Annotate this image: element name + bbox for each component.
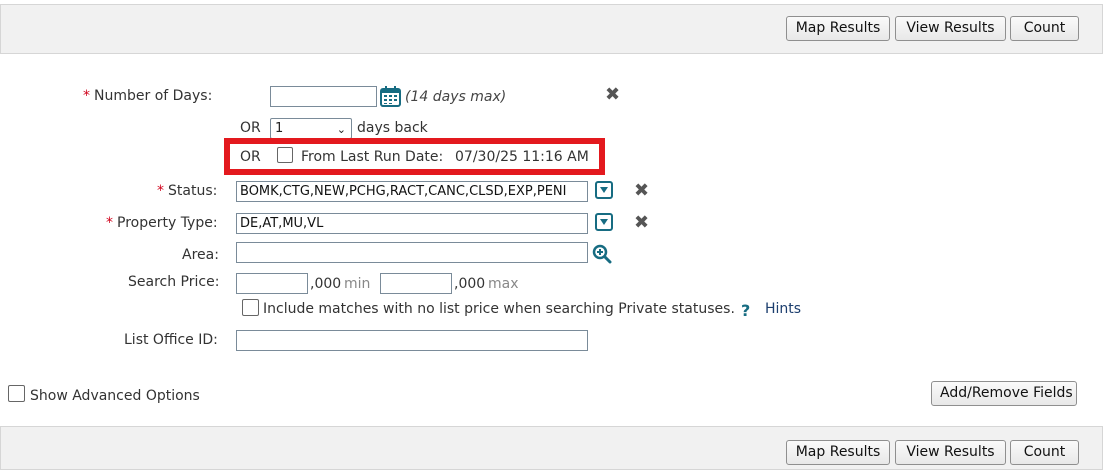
last-run-label: From Last Run Date: xyxy=(301,149,444,165)
close-icon[interactable]: ✖ xyxy=(605,86,620,104)
last-run-checkbox[interactable] xyxy=(277,147,293,163)
close-icon[interactable]: ✖ xyxy=(634,214,649,232)
count-button[interactable]: Count xyxy=(1010,16,1079,41)
area-input[interactable] xyxy=(236,242,588,263)
number-of-days-input[interactable] xyxy=(270,86,377,107)
hints-link[interactable]: Hints xyxy=(765,301,801,317)
view-results-button-bottom[interactable]: View Results xyxy=(895,440,1006,465)
price-max-label: max xyxy=(488,276,519,292)
property-type-input[interactable]: DE,AT,MU,VL xyxy=(236,213,588,234)
list-office-label: List Office ID: xyxy=(124,332,218,348)
days-back-value: 1 xyxy=(275,121,284,136)
chevron-down-icon: ⌄ xyxy=(336,123,346,136)
price-max-input[interactable] xyxy=(380,273,452,294)
price-min-suffix: ,000 xyxy=(310,276,342,292)
close-icon[interactable]: ✖ xyxy=(634,182,649,200)
include-no-price-checkbox[interactable] xyxy=(242,299,259,316)
status-input[interactable]: BOMK,CTG,NEW,PCHG,RACT,CANC,CLSD,EXP,PEN… xyxy=(236,181,588,202)
status-label: * Status: xyxy=(157,183,217,199)
calendar-icon[interactable] xyxy=(380,86,402,108)
status-text: Status: xyxy=(168,183,218,199)
required-marker: * xyxy=(83,88,90,104)
required-marker: * xyxy=(157,183,164,199)
advanced-options-checkbox[interactable] xyxy=(8,385,25,402)
include-no-price-label: Include matches with no list price when … xyxy=(263,301,735,317)
or-label: OR xyxy=(240,120,261,136)
last-run-date: 07/30/25 11:16 AM xyxy=(455,149,589,165)
required-marker: * xyxy=(106,215,113,231)
view-results-button[interactable]: View Results xyxy=(895,16,1006,41)
price-min-label: min xyxy=(344,276,371,292)
count-button-bottom[interactable]: Count xyxy=(1010,440,1079,465)
days-max-hint: (14 days max) xyxy=(405,89,507,105)
area-label: Area: xyxy=(182,247,219,263)
advanced-options-label: Show Advanced Options xyxy=(30,388,200,404)
price-max-suffix: ,000 xyxy=(454,276,486,292)
days-back-label: days back xyxy=(357,120,428,136)
or-label-2: OR xyxy=(240,149,261,165)
add-remove-fields-button[interactable]: Add/Remove Fields xyxy=(931,381,1077,406)
property-type-dropdown-icon[interactable] xyxy=(595,213,613,231)
price-min-input[interactable] xyxy=(236,273,308,294)
days-back-select[interactable]: 1 ⌄ xyxy=(270,118,352,139)
list-office-input[interactable] xyxy=(236,330,588,351)
search-price-label: Search Price: xyxy=(128,274,220,290)
property-type-label: * Property Type: xyxy=(106,215,218,231)
map-results-button[interactable]: Map Results xyxy=(786,16,890,41)
property-type-text: Property Type: xyxy=(117,215,218,231)
number-of-days-text: Number of Days: xyxy=(94,88,213,104)
number-of-days-label: * Number of Days: xyxy=(83,88,212,104)
status-dropdown-icon[interactable] xyxy=(595,181,613,199)
zoom-icon[interactable] xyxy=(592,244,612,264)
map-results-button-bottom[interactable]: Map Results xyxy=(786,440,890,465)
hints-icon[interactable]: ? xyxy=(741,301,750,320)
